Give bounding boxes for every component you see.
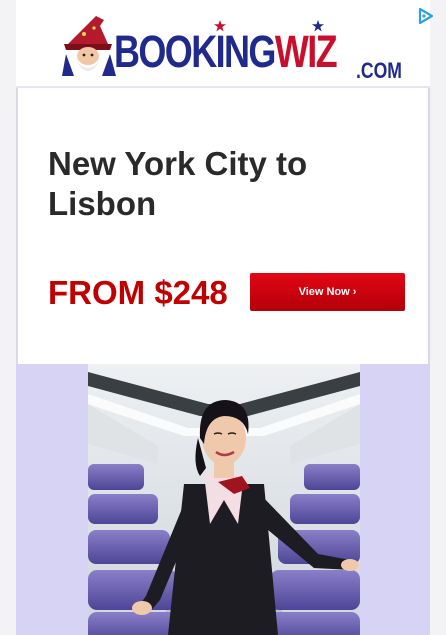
offer-panel[interactable]: New York City to Lisbon FROM $248 View N… (16, 88, 430, 364)
ad-frame[interactable]: BOOKINGWIZ .COM New York City to Lisbon … (16, 0, 430, 635)
logo-suffix: .COM (356, 58, 402, 83)
price-label: FROM $248 (48, 274, 228, 311)
red-star-icon (214, 20, 226, 32)
logo-bar[interactable]: BOOKINGWIZ .COM (16, 0, 430, 88)
view-now-button[interactable]: View Now › (250, 273, 405, 311)
brand-logo: BOOKINGWIZ (114, 26, 338, 77)
logo-accent: WIZ (274, 26, 338, 77)
route-headline: New York City to Lisbon (48, 145, 308, 222)
flight-attendant-photo (88, 364, 360, 635)
adchoices-triangle-icon[interactable] (416, 6, 436, 26)
logo-main: BOOKING (114, 26, 276, 77)
photo-area[interactable] (16, 364, 430, 635)
blue-star-icon (312, 20, 324, 32)
wizard-mascot-icon (62, 16, 116, 76)
